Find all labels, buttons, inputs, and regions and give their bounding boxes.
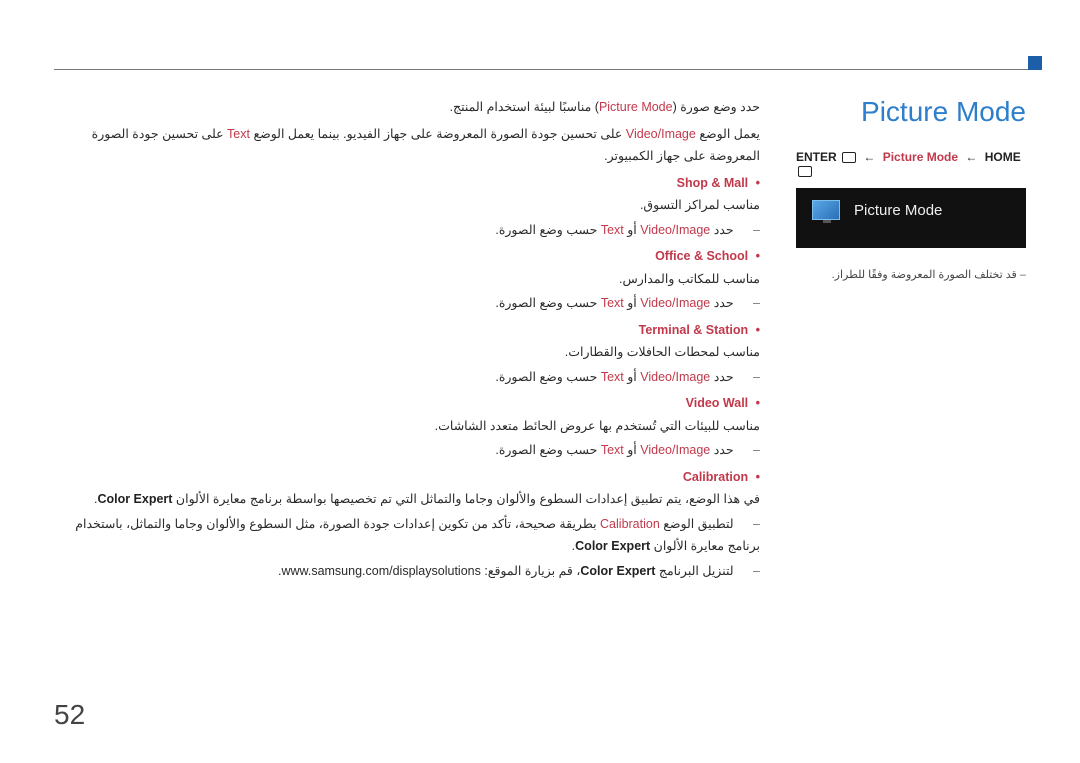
header-accent: [1028, 56, 1042, 70]
mode-sub: حدد Video/Image أو Text حسب وضع الصورة.: [54, 439, 760, 462]
mode-desc: مناسب للمكاتب والمدارس.: [54, 268, 760, 291]
home-icon: [798, 166, 812, 177]
left-column: حدد وضع صورة (Picture Mode) مناسبًا لبيئ…: [54, 96, 760, 586]
breadcrumb: ENTER ← Picture Mode ← HOME: [796, 150, 1026, 178]
mode-desc: مناسب لمراكز التسوق.: [54, 194, 760, 217]
mode-office-school: Office & School مناسب للمكاتب والمدارس. …: [54, 245, 760, 315]
mode-list: Shop & Mall مناسب لمراكز التسوق. حدد Vid…: [54, 172, 760, 583]
mode-sub: حدد Video/Image أو Text حسب وضع الصورة.: [54, 219, 760, 242]
breadcrumb-mode: Picture Mode: [883, 150, 958, 164]
right-column: Picture Mode ENTER ← Picture Mode ← HOME…: [796, 96, 1026, 281]
model-note: قد تختلف الصورة المعروضة وفقًا للطراز.: [796, 268, 1026, 281]
menu-preview: Picture Mode: [796, 188, 1026, 248]
page-title: Picture Mode: [796, 96, 1026, 128]
document-page: Picture Mode ENTER ← Picture Mode ← HOME…: [0, 0, 1080, 763]
mode-sub: حدد Video/Image أو Text حسب وضع الصورة.: [54, 366, 760, 389]
mode-sub: حدد Video/Image أو Text حسب وضع الصورة.: [54, 292, 760, 315]
header-rule: [54, 60, 1042, 70]
mode-terminal-station: Terminal & Station مناسب لمحطات الحافلات…: [54, 319, 760, 389]
calibration-desc: في هذا الوضع، يتم تطبيق إعدادات السطوع و…: [54, 488, 760, 511]
arrow-left-icon: ←: [965, 150, 977, 164]
mode-calibration: Calibration في هذا الوضع، يتم تطبيق إعدا…: [54, 466, 760, 583]
mode-desc: مناسب لمحطات الحافلات والقطارات.: [54, 341, 760, 364]
arrow-left-icon: ←: [863, 150, 875, 164]
mode-desc: مناسب للبيئات التي تُستخدم بها عروض الحا…: [54, 415, 760, 438]
intro-line-2: يعمل الوضع Video/Image على تحسين جودة ال…: [54, 123, 760, 168]
enter-icon: [842, 152, 856, 163]
mode-shop-mall: Shop & Mall مناسب لمراكز التسوق. حدد Vid…: [54, 172, 760, 242]
monitor-icon: [812, 200, 840, 220]
calibration-sub-2: لتنزيل البرنامج Color Expert، قم بزيارة …: [54, 560, 760, 583]
calibration-sub-1: لتطبيق الوضع Calibration بطريقة صحيحة، ت…: [54, 513, 760, 558]
intro-line-1: حدد وضع صورة (Picture Mode) مناسبًا لبيئ…: [54, 96, 760, 119]
mode-video-wall: Video Wall مناسب للبيئات التي تُستخدم به…: [54, 392, 760, 462]
page-number: 52: [54, 699, 85, 731]
breadcrumb-home: HOME: [985, 150, 1021, 164]
menu-label: Picture Mode: [854, 202, 942, 219]
